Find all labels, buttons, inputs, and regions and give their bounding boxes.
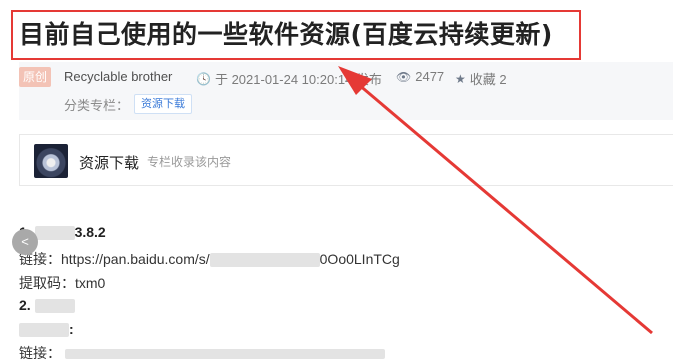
redacted-text (64, 349, 385, 360)
annotation-arrow (338, 66, 653, 335)
